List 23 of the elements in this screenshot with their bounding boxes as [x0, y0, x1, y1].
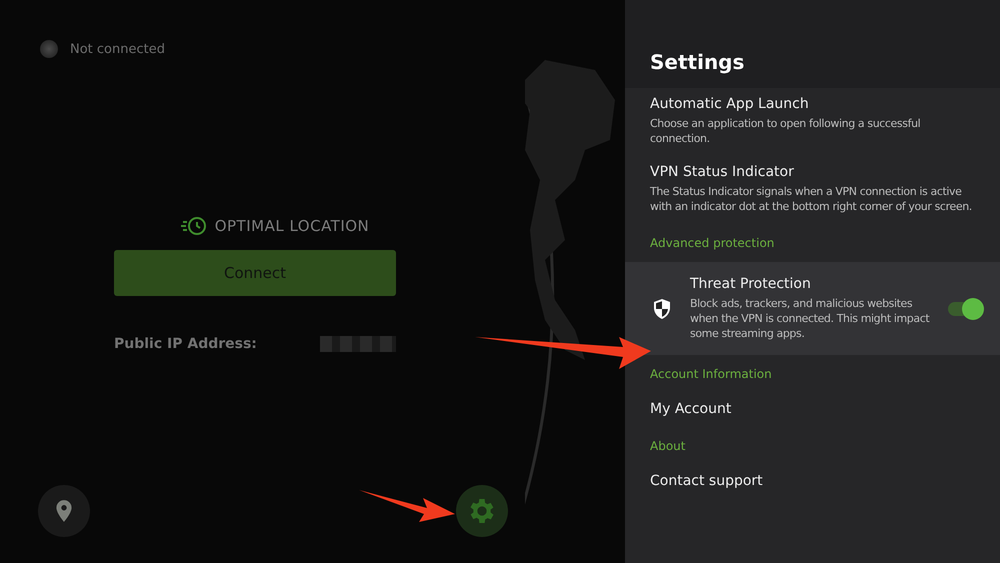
item-description: Choose an application to open following a successful connection. [650, 116, 922, 146]
location-button[interactable] [38, 485, 90, 537]
settings-item[interactable]: Threat Protection Block ads, trackers, and malicious websites when the VPN is connected. This might impact some streaming apps. [625, 262, 1000, 355]
settings-title: Settings [625, 0, 1000, 88]
settings-button[interactable] [456, 485, 508, 537]
item-title: Contact support [650, 473, 764, 489]
item-title: My Account [650, 401, 732, 417]
ip-address-label: Public IP Address: [114, 336, 257, 352]
fast-clock-icon [180, 216, 207, 236]
settings-item[interactable]: VPN Status Indicator The Status Indicator signals when a VPN connection is active with an indicator dot at the bottom right corner of your screen. [625, 156, 1000, 224]
item-description: The Status Indicator signals when a VPN connection is active with an indicator dot at the bottom right corner of your screen. [650, 184, 973, 214]
item-title: Automatic App Launch [650, 96, 810, 112]
section-header: About [649, 438, 686, 455]
section-header: Account Information [649, 366, 773, 383]
section-header: Advanced protection [649, 235, 776, 252]
settings-item[interactable]: My Account [625, 393, 1000, 427]
connection-status: Not connected [70, 42, 165, 56]
item-title: Threat Protection [690, 276, 812, 292]
settings-item[interactable]: Contact support [625, 465, 1000, 499]
location-label: OPTIMAL LOCATION [214, 217, 370, 235]
settings-item[interactable]: Automatic App Launch Choose an application to open following a successful connection. [625, 88, 1000, 156]
item-description: Block ads, trackers, and malicious websites when the VPN is connected. This might impact some streaming apps. [690, 296, 930, 341]
item-title: VPN Status Indicator [650, 164, 795, 180]
